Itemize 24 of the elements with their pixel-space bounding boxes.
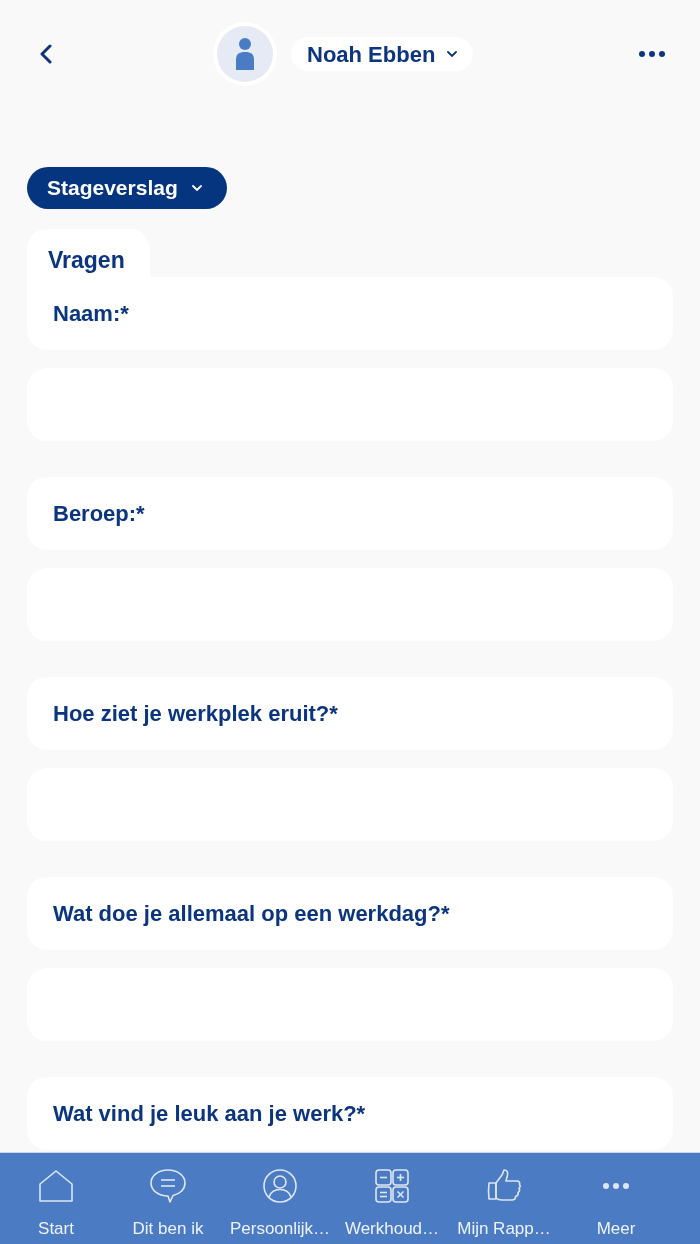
nav-tab[interactable]: Persoonlijk… — [224, 1153, 336, 1244]
user-name-dropdown[interactable]: Noah Ebben — [291, 37, 474, 71]
nav-tab[interactable]: Mijn Rapp… — [448, 1153, 560, 1244]
question-label: Beroep:* — [53, 500, 145, 528]
question-label: Wat vind je leuk aan je werk?* — [53, 1100, 366, 1128]
chat-bubble-icon — [150, 1169, 186, 1203]
nav-tab[interactable]: Dit ben ik — [112, 1153, 224, 1244]
thumbs-up-icon — [487, 1169, 521, 1203]
questions-tab[interactable]: Vragen — [27, 229, 150, 277]
home-icon — [39, 1170, 73, 1202]
chevron-down-icon — [447, 51, 458, 57]
more-icon — [603, 1183, 629, 1189]
nav-tab[interactable]: Start — [0, 1153, 112, 1244]
more-icon — [639, 51, 665, 57]
nav-tab[interactable]: Meer — [560, 1153, 672, 1244]
form-select-dropdown[interactable]: Stageverslag — [27, 167, 227, 209]
question-label: Naam:* — [53, 300, 129, 328]
user-circle-icon — [263, 1169, 297, 1203]
calculator-icon — [375, 1169, 409, 1203]
question-label: Hoe ziet je werkplek eruit?* — [53, 700, 338, 728]
back-chevron-icon — [40, 44, 52, 64]
question-label: Wat doe je allemaal op een werkdag?* — [53, 900, 450, 928]
chevron-down-icon — [191, 185, 202, 191]
nav-tab[interactable]: Werkhoud… — [336, 1153, 448, 1244]
